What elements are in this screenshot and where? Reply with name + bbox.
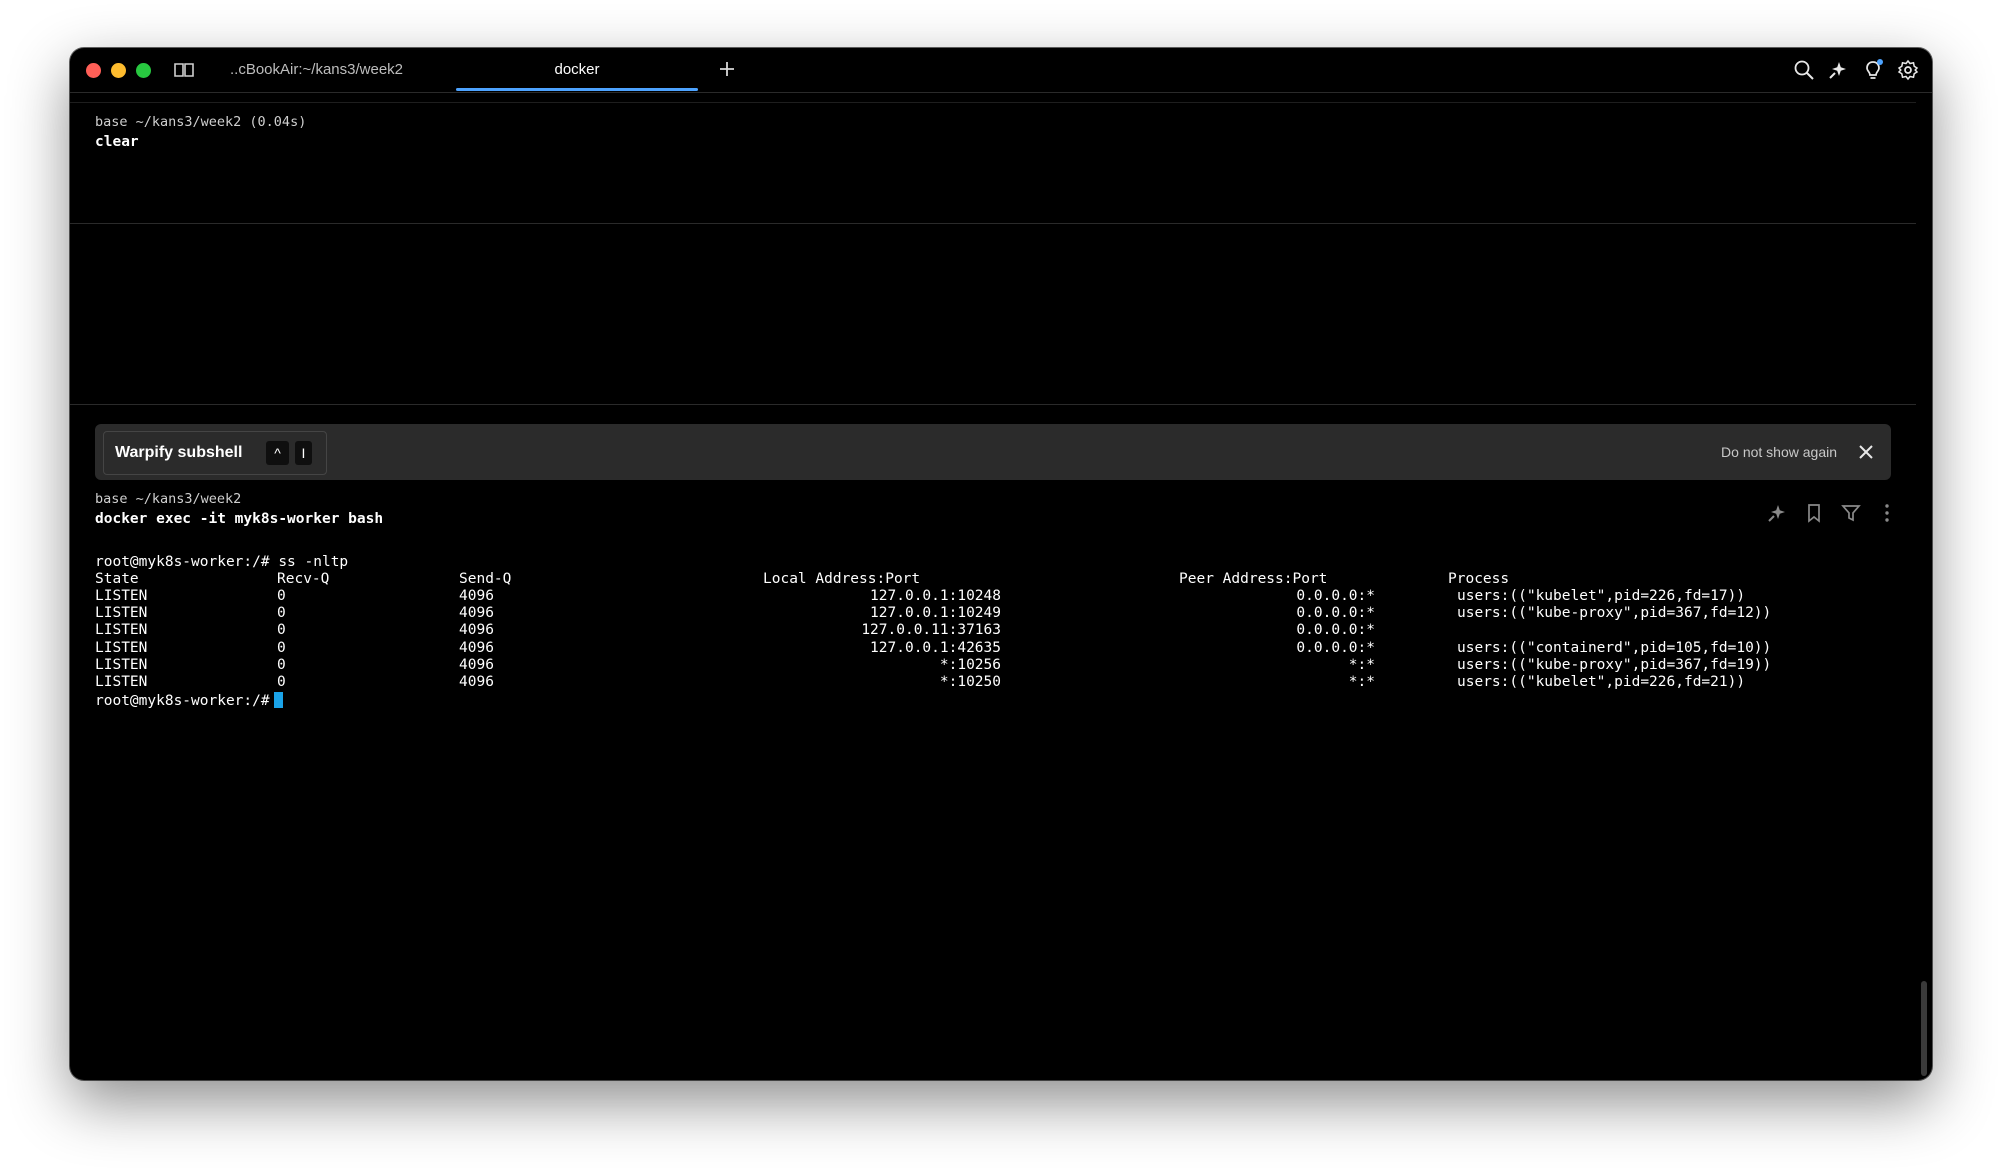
tab-week2[interactable]: ..cBookAir:~/kans3/week2 bbox=[230, 48, 430, 92]
cell-process: users:(("kubelet",pid=226,fd=21)) bbox=[1457, 674, 1746, 690]
cell-recv-q: 0 bbox=[277, 657, 286, 673]
cell-send-q: 4096 bbox=[459, 622, 494, 638]
lightbulb-icon[interactable] bbox=[1862, 59, 1884, 81]
cell-local-address: 127.0.0.1:42635 bbox=[870, 640, 1001, 656]
cell-state: LISTEN bbox=[95, 622, 148, 638]
cell-recv-q: 0 bbox=[277, 622, 286, 638]
cell-send-q: 4096 bbox=[459, 657, 494, 673]
header-process: Process bbox=[1448, 571, 1510, 587]
block-command: docker exec -it myk8s-worker bash bbox=[95, 511, 384, 527]
shortcut-ctrl-key: ^ bbox=[266, 441, 289, 465]
close-window-button[interactable] bbox=[86, 63, 101, 78]
block-command: clear bbox=[95, 134, 139, 150]
header-state: State bbox=[95, 571, 139, 587]
cell-recv-q: 0 bbox=[277, 605, 286, 621]
cell-recv-q: 0 bbox=[277, 588, 286, 604]
cell-state: LISTEN bbox=[95, 674, 148, 690]
shortcut-i-key: I bbox=[295, 441, 312, 465]
cell-state: LISTEN bbox=[95, 640, 148, 656]
search-icon[interactable] bbox=[1793, 59, 1815, 81]
cell-peer-address: *:* bbox=[1348, 674, 1375, 690]
header-local-address: Local Address:Port bbox=[763, 571, 921, 587]
active-prompt-line[interactable]: root@myk8s-worker:/# bbox=[95, 692, 283, 709]
cell-send-q: 4096 bbox=[459, 605, 494, 621]
cell-send-q: 4096 bbox=[459, 588, 494, 604]
cell-local-address: *:10250 bbox=[939, 674, 1001, 690]
new-tab-plus-icon[interactable] bbox=[716, 58, 738, 80]
block-directory: base ~/kans3/week2 bbox=[95, 491, 242, 507]
cell-peer-address: 0.0.0.0:* bbox=[1296, 622, 1375, 638]
cell-local-address: 127.0.0.1:10249 bbox=[870, 605, 1001, 621]
bookmark-icon[interactable] bbox=[1803, 502, 1825, 524]
cell-state: LISTEN bbox=[95, 588, 148, 604]
prompt-line: root@myk8s-worker:/# ss -nltp bbox=[95, 554, 349, 570]
cell-process: users:(("kube-proxy",pid=367,fd=12)) bbox=[1457, 605, 1772, 621]
minimize-window-button[interactable] bbox=[111, 63, 126, 78]
header-recv-q: Recv-Q bbox=[277, 571, 330, 587]
cell-local-address: 127.0.0.11:37163 bbox=[861, 622, 1001, 638]
warpify-banner: Warpify subshell ^ I Do not show again bbox=[95, 424, 1891, 480]
divider bbox=[70, 404, 1916, 405]
text-cursor bbox=[273, 692, 283, 708]
warpify-title: Warpify subshell bbox=[115, 444, 243, 461]
warpify-subshell-button[interactable]: Warpify subshell ^ I bbox=[103, 431, 327, 475]
cell-local-address: 127.0.0.1:10248 bbox=[870, 588, 1001, 604]
scrollbar[interactable] bbox=[1921, 981, 1927, 1076]
do-not-show-again-link[interactable]: Do not show again bbox=[1721, 444, 1837, 460]
more-options-icon[interactable] bbox=[1876, 502, 1898, 524]
cell-recv-q: 0 bbox=[277, 674, 286, 690]
prompt: root@myk8s-worker:/# bbox=[95, 693, 270, 709]
book-icon[interactable] bbox=[173, 60, 195, 80]
cell-process: users:(("kubelet",pid=226,fd=17)) bbox=[1457, 588, 1746, 604]
cell-recv-q: 0 bbox=[277, 640, 286, 656]
header-peer-address: Peer Address:Port bbox=[1179, 571, 1328, 587]
terminal-window: ..cBookAir:~/kans3/week2 docker base ~/k… bbox=[70, 48, 1932, 1080]
tab-docker[interactable]: docker bbox=[456, 48, 698, 92]
ai-sparkle-icon[interactable] bbox=[1827, 59, 1849, 81]
cell-process: users:(("kube-proxy",pid=367,fd=19)) bbox=[1457, 657, 1772, 673]
filter-icon[interactable] bbox=[1840, 502, 1862, 524]
command-block-clear[interactable]: base ~/kans3/week2 (0.04s) clear bbox=[70, 102, 1916, 224]
cell-state: LISTEN bbox=[95, 605, 148, 621]
cell-send-q: 4096 bbox=[459, 640, 494, 656]
cell-peer-address: *:* bbox=[1348, 657, 1375, 673]
cell-peer-address: 0.0.0.0:* bbox=[1296, 640, 1375, 656]
cell-process: users:(("containerd",pid=105,fd=10)) bbox=[1457, 640, 1772, 656]
cell-state: LISTEN bbox=[95, 657, 148, 673]
close-icon[interactable] bbox=[1856, 442, 1876, 462]
zoom-window-button[interactable] bbox=[136, 63, 151, 78]
cell-local-address: *:10256 bbox=[939, 657, 1001, 673]
cell-send-q: 4096 bbox=[459, 674, 494, 690]
block-directory: base ~/kans3/week2 (0.04s) bbox=[95, 114, 307, 130]
title-bar: ..cBookAir:~/kans3/week2 docker bbox=[70, 48, 1932, 93]
header-send-q: Send-Q bbox=[459, 571, 512, 587]
gear-icon[interactable] bbox=[1897, 59, 1919, 81]
cell-peer-address: 0.0.0.0:* bbox=[1296, 588, 1375, 604]
ai-sparkle-icon[interactable] bbox=[1766, 502, 1788, 524]
cell-peer-address: 0.0.0.0:* bbox=[1296, 605, 1375, 621]
